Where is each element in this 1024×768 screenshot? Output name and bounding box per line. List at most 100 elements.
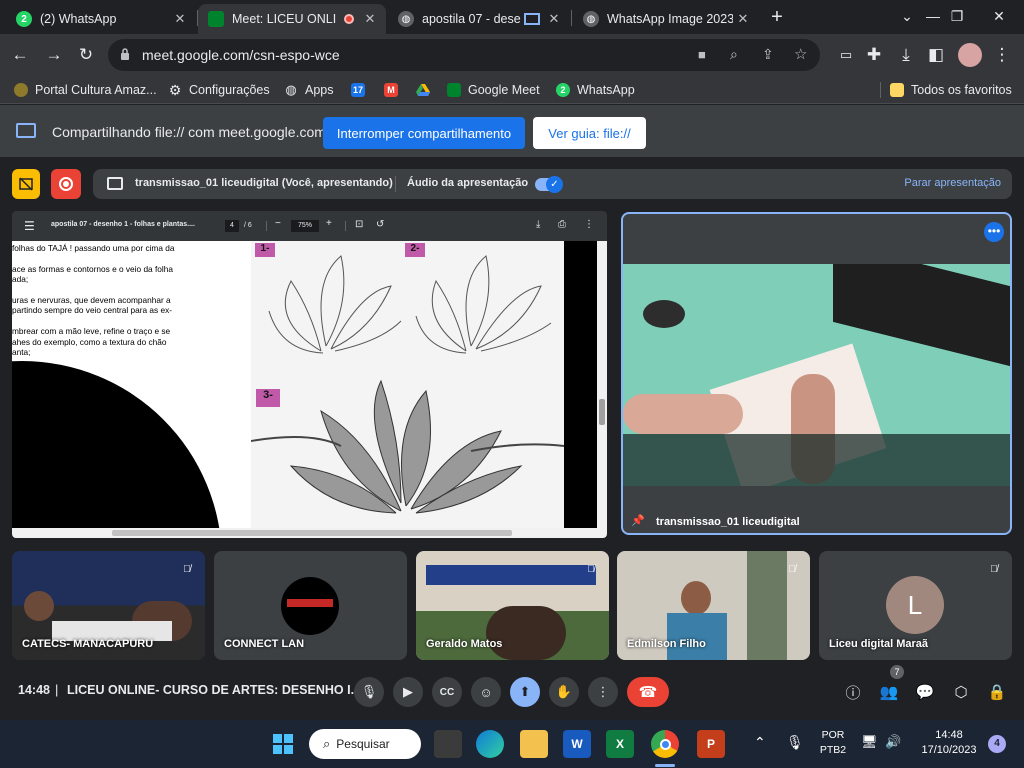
language-indicator[interactable]: POR PTB2 [818,728,848,758]
chevron-up-icon[interactable]: ⌃ [754,734,766,751]
bookmark-calendar[interactable]: 17 [351,81,372,99]
bookmarks-bar: Portal Cultura Amaz... ⚙ Configurações ◍… [0,76,1024,104]
zoom-icon[interactable]: ⌕ [730,46,746,62]
extension-card-icon[interactable]: ▭ [834,43,858,67]
windows-start-icon[interactable] [269,730,297,758]
profile-avatar[interactable] [958,43,982,67]
speaker-tile[interactable]: ••• 📌 transmissao_01 liceudigital [621,212,1012,535]
pdf-print-icon[interactable]: ⎙ [558,219,566,230]
fit-page-icon[interactable]: ⊡ [355,219,363,230]
new-tab-button[interactable]: + [764,6,790,30]
microphone-tray-icon[interactable]: 🎙 [786,734,804,751]
pdf-page-input[interactable]: 4 [225,220,239,232]
side-panel-icon[interactable]: ◧ [924,43,948,67]
participant-tile[interactable]: L 🎙̸ Liceu digital Maraã [819,551,1012,660]
browser-menu-icon[interactable]: ⋮ [990,43,1014,67]
bookmark-google-meet[interactable]: Google Meet [447,81,540,99]
participant-tile[interactable]: 🎙̸ CATECS- MANACAPURU [12,551,205,660]
download-icon[interactable]: ⤓ [894,43,918,67]
excel-icon[interactable]: X [606,730,634,758]
bookmark-star-icon[interactable]: ☆ [794,45,810,63]
close-tab-icon[interactable]: ✕ [544,11,564,27]
powerpoint-icon[interactable]: P [697,730,725,758]
extensions-puzzle-icon[interactable]: ✚ [862,43,886,67]
pdf-scrollbar[interactable] [597,241,607,528]
pdf-toolbar: ☰ apostila 07 - desenho 1 - folhas e pla… [12,211,607,241]
present-screen-icon [107,177,123,190]
bookmark-label: Apps [305,83,334,97]
rotate-icon[interactable]: ↺ [376,219,384,230]
presentation-notes-icon[interactable] [12,169,40,199]
activities-icon[interactable]: ⬡ [950,681,972,703]
more-options-icon[interactable]: ⋮ [588,677,618,707]
people-icon[interactable]: 👥 [878,681,900,703]
zoom-out-icon[interactable]: − [275,218,281,229]
bookmark-gmail[interactable]: M [384,81,405,99]
close-tab-icon[interactable]: ✕ [733,11,753,27]
address-bar[interactable]: meet.google.com/csn-espo-wce ■ ⌕ ⇪ ☆ [108,39,820,71]
forward-arrow-icon[interactable]: → [42,43,66,67]
tab-whatsapp[interactable]: 2 (2) WhatsApp ✕ [6,4,196,34]
present-icon[interactable]: ⬆ [510,677,540,707]
mic-off-icon: 🎙̸ [587,563,595,575]
pdf-horizontal-scrollbar[interactable] [12,528,607,538]
more-options-icon[interactable]: ••• [984,222,1004,242]
pdf-hscroll-thumb[interactable] [112,530,512,536]
close-tab-icon[interactable]: ✕ [170,11,190,27]
participant-tile[interactable]: CONNECT LAN [214,551,407,660]
stop-sharing-button[interactable]: Interromper compartilhamento [323,117,525,149]
close-window-icon[interactable]: ✕ [976,0,1022,32]
restore-icon[interactable]: ❐ [934,0,980,32]
volume-icon[interactable]: 🔊 [885,734,901,750]
participant-tile[interactable]: 🎙̸ Edmilson Filho [617,551,810,660]
participant-tile[interactable]: 🎙̸ Geraldo Matos [416,551,609,660]
end-call-button[interactable]: ☎ [627,677,669,707]
presentation-audio-toggle[interactable]: ✓ [535,176,563,193]
share-page-icon[interactable]: ⇪ [762,46,778,62]
mic-icon[interactable]: 🎙 [354,677,384,707]
record-icon[interactable] [51,169,81,199]
task-view-icon[interactable] [434,730,462,758]
edge-icon[interactable] [476,730,504,758]
pdf-download-icon[interactable]: ⤓ [536,219,540,230]
divider [345,221,346,231]
bookmark-apps[interactable]: ◍ Apps [284,81,334,99]
camera-icon[interactable]: ▶ [393,677,423,707]
pin-icon[interactable]: 📌 [631,514,645,527]
raise-hand-icon[interactable]: ✋ [549,677,579,707]
reload-icon[interactable]: ↻ [74,43,98,67]
close-tab-icon[interactable]: ✕ [360,11,380,27]
chat-icon[interactable]: 💬 [914,681,936,703]
host-controls-icon[interactable]: 🔒 [986,681,1008,703]
emoji-icon[interactable]: ☺ [471,677,501,707]
notification-badge[interactable]: 4 [988,735,1006,753]
clock-time: 14:48 [935,729,963,741]
taskbar-clock[interactable]: 14:48 17/10/2023 [917,728,981,758]
bookmark-whatsapp[interactable]: 2 WhatsApp [556,81,635,99]
bookmark-configuracoes[interactable]: ⚙ Configurações [168,81,270,99]
captions-icon[interactable]: CC [432,677,462,707]
back-arrow-icon[interactable]: ← [8,43,32,67]
pdf-more-icon[interactable]: ⋮ [584,219,594,230]
pdf-scroll-thumb[interactable] [599,399,605,425]
pdf-menu-icon[interactable]: ☰ [24,219,35,233]
network-icon[interactable]: 🖥 [861,734,878,750]
chrome-icon[interactable] [651,730,679,758]
camera-in-use-icon[interactable]: ■ [698,47,714,63]
word-icon[interactable]: W [563,730,591,758]
google-meet-icon [447,83,461,97]
stop-presenting-link[interactable]: Parar apresentação [904,177,1001,189]
mic-off-icon: 🎙̸ [183,563,191,575]
view-tab-button[interactable]: Ver guia: file:// [533,117,646,149]
tab-apostila[interactable]: ◍ apostila 07 - dese ✕ [388,4,570,34]
file-explorer-icon[interactable] [520,730,548,758]
meeting-info-icon[interactable]: ⓘ [842,681,864,703]
tab-whatsapp-image[interactable]: ◍ WhatsApp Image 2023 ✕ [573,4,759,34]
tab-meet[interactable]: Meet: LICEU ONLI ✕ [198,4,386,34]
bookmark-drive[interactable] [416,81,437,99]
zoom-in-icon[interactable]: + [326,218,332,229]
bookmark-portal-cultura[interactable]: Portal Cultura Amaz... [14,81,157,99]
all-bookmarks[interactable]: Todos os favoritos [890,81,1012,99]
pdf-zoom-input[interactable]: 75% [291,220,319,232]
taskbar-search[interactable]: ⌕ Pesquisar [309,729,421,759]
